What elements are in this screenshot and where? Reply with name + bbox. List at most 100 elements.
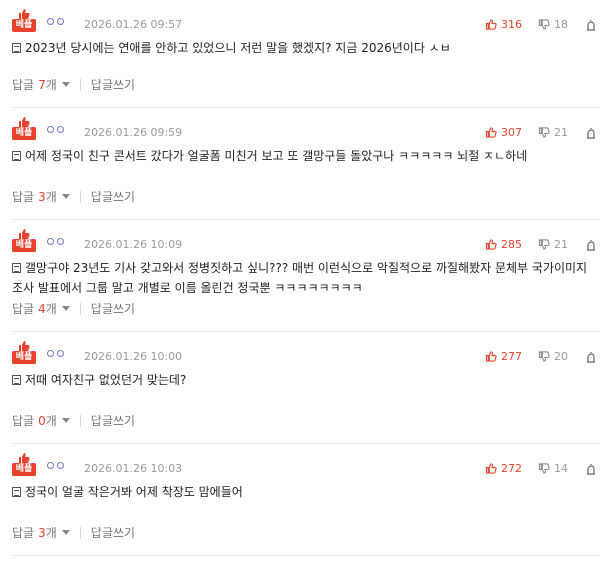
downvote-count: 18	[554, 18, 568, 31]
downvote-button[interactable]: 21	[538, 238, 568, 251]
write-reply-button[interactable]: 답글쓰기	[91, 300, 135, 317]
comment-text-wrap: 저때 여자친구 없었던거 맞는데?	[12, 370, 600, 390]
comment-item: 베플 2026.01.26 09:59 307 21 어제 정국이 친구 콘서트…	[12, 108, 600, 220]
report-icon[interactable]	[586, 127, 596, 139]
write-reply-button[interactable]: 답글쓰기	[91, 76, 135, 93]
report-icon[interactable]	[586, 351, 596, 363]
report-icon[interactable]	[586, 19, 596, 31]
report-icon[interactable]	[586, 463, 596, 475]
divider	[79, 414, 81, 427]
divider	[79, 78, 81, 91]
note-icon	[12, 151, 21, 161]
reply-toggle[interactable]: 답글	[12, 524, 34, 541]
upvote-button[interactable]: 272	[485, 462, 522, 475]
best-badge: 베플	[12, 340, 36, 366]
comment-text: 갤망구야 23년도 기사 갖고와서 정병짓하고 싶니??? 매번 이런식으로 악…	[12, 261, 588, 295]
comment-text: 2023년 당시에는 연애를 안하고 있었으니 저런 말을 했겠지? 지금 20…	[25, 41, 451, 55]
best-badge-label: 베플	[12, 239, 36, 252]
best-badge: 베플	[12, 116, 36, 142]
best-badge: 베플	[12, 452, 36, 478]
comment-actions: 답글 3개 답글쓰기	[12, 188, 135, 205]
user-masked-icon	[47, 350, 64, 357]
comment-meta: 베플 2026.01.26 09:59 307 21	[12, 114, 600, 148]
downvote-count: 21	[554, 126, 568, 139]
best-badge: 베플	[12, 228, 36, 254]
comment-list: 베플 2026.01.26 09:57 316 18 2023년 당시에는 연애…	[0, 0, 608, 556]
downvote-button[interactable]: 14	[538, 462, 568, 475]
reply-count-suffix: 개	[45, 190, 57, 204]
best-badge-label: 베플	[12, 351, 36, 364]
divider	[79, 302, 81, 315]
chevron-down-icon[interactable]	[61, 306, 70, 311]
comment-item: 베플 2026.01.26 09:57 316 18 2023년 당시에는 연애…	[12, 0, 600, 108]
reply-toggle[interactable]: 답글	[12, 76, 34, 93]
comment-meta: 베플 2026.01.26 10:00 277 20	[12, 338, 600, 372]
reply-toggle[interactable]: 답글	[12, 300, 34, 317]
reply-toggle[interactable]: 답글	[12, 188, 34, 205]
reply-count: 4	[38, 301, 46, 316]
thumbs-down-icon	[538, 351, 550, 362]
write-reply-button[interactable]: 답글쓰기	[91, 188, 135, 205]
comment-text-wrap: 갤망구야 23년도 기사 갖고와서 정병짓하고 싶니??? 매번 이런식으로 악…	[12, 258, 600, 298]
comment-meta: 베플 2026.01.26 10:09 285 21	[12, 226, 600, 260]
reply-count: 3	[38, 525, 46, 540]
comment-date: 2026.01.26 10:09	[84, 238, 183, 251]
chevron-down-icon[interactable]	[61, 418, 70, 423]
comment-text-wrap: 2023년 당시에는 연애를 안하고 있었으니 저런 말을 했겠지? 지금 20…	[12, 38, 600, 58]
comment-text-wrap: 정국이 얼굴 작은거봐 어제 착장도 맘에들어	[12, 482, 600, 502]
best-badge-label: 베플	[12, 127, 36, 140]
upvote-button[interactable]: 277	[485, 350, 522, 363]
thumbs-down-icon	[538, 463, 550, 474]
note-icon	[12, 263, 21, 273]
write-reply-button[interactable]: 답글쓰기	[91, 412, 135, 429]
chevron-down-icon[interactable]	[61, 194, 70, 199]
comment-votes: 277 20	[485, 350, 600, 363]
upvote-count: 277	[501, 350, 522, 363]
downvote-count: 21	[554, 238, 568, 251]
comment-text: 저때 여자친구 없었던거 맞는데?	[25, 373, 187, 387]
comment-item: 베플 2026.01.26 10:00 277 20 저때 여자친구 없었던거 …	[12, 332, 600, 444]
upvote-button[interactable]: 285	[485, 238, 522, 251]
downvote-button[interactable]: 20	[538, 350, 568, 363]
thumbs-up-icon	[485, 463, 497, 474]
thumbs-down-icon	[538, 239, 550, 250]
comment-meta: 베플 2026.01.26 10:03 272 14	[12, 450, 600, 484]
best-badge-label: 베플	[12, 463, 36, 476]
comment-date: 2026.01.26 09:59	[84, 126, 183, 139]
comment-votes: 285 21	[485, 238, 600, 251]
best-badge: 베플	[12, 8, 36, 34]
user-masked-icon	[47, 18, 64, 25]
comment-votes: 307 21	[485, 126, 600, 139]
comment-text: 어제 정국이 친구 콘서트 갔다가 얼굴폼 미친거 보고 또 갤망구들 돌았구나…	[25, 149, 528, 163]
reply-count: 7	[38, 77, 46, 92]
comment-date: 2026.01.26 10:00	[84, 350, 183, 363]
reply-count: 3	[38, 189, 46, 204]
upvote-count: 285	[501, 238, 522, 251]
write-reply-button[interactable]: 답글쓰기	[91, 524, 135, 541]
comment-date: 2026.01.26 09:57	[84, 18, 183, 31]
comment-actions: 답글 0개 답글쓰기	[12, 412, 135, 429]
thumbs-up-icon	[485, 351, 497, 362]
reply-count-suffix: 개	[45, 302, 57, 316]
report-icon[interactable]	[586, 239, 596, 251]
downvote-button[interactable]: 18	[538, 18, 568, 31]
user-masked-icon	[47, 126, 64, 133]
comment-votes: 272 14	[485, 462, 600, 475]
upvote-count: 307	[501, 126, 522, 139]
downvote-button[interactable]: 21	[538, 126, 568, 139]
best-badge-label: 베플	[12, 19, 36, 32]
reply-toggle[interactable]: 답글	[12, 412, 34, 429]
comment-actions: 답글 3개 답글쓰기	[12, 524, 135, 541]
note-icon	[12, 43, 21, 53]
chevron-down-icon[interactable]	[61, 530, 70, 535]
chevron-down-icon[interactable]	[61, 82, 70, 87]
note-icon	[12, 375, 21, 385]
downvote-count: 14	[554, 462, 568, 475]
downvote-count: 20	[554, 350, 568, 363]
comment-item: 베플 2026.01.26 10:09 285 21 갤망구야 23년도 기사 …	[12, 220, 600, 332]
upvote-button[interactable]: 316	[485, 18, 522, 31]
reply-count: 0	[38, 413, 46, 428]
upvote-count: 316	[501, 18, 522, 31]
upvote-button[interactable]: 307	[485, 126, 522, 139]
thumbs-down-icon	[538, 19, 550, 30]
